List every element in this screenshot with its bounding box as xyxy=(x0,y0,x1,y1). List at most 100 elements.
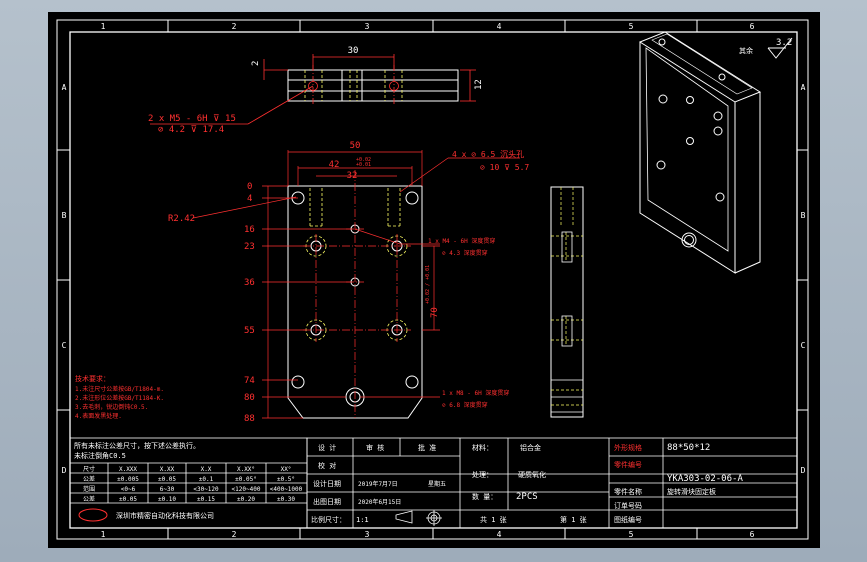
tb-surface-value: 硬质氧化 xyxy=(518,470,546,479)
zone-col-top: 1 xyxy=(101,22,106,31)
tol-header-cell: X.XX° xyxy=(237,466,255,473)
tol-cell: <400~1000 xyxy=(270,486,303,493)
front-dim-50: 50 xyxy=(350,141,361,151)
tol-cell: ±0.05 xyxy=(119,496,137,503)
top-dim-height: 12 xyxy=(474,79,484,90)
company-name: 深圳市精密自动化科技有限公司 xyxy=(116,511,214,520)
zone-col-bottom: 1 xyxy=(101,530,106,539)
top-dim-left: 2 xyxy=(251,61,261,66)
tol-cell: 公差 xyxy=(83,475,95,483)
top-callout-drill: ⊘ 4.2 ⊽ 17.4 xyxy=(158,125,224,135)
tol-header-cell: X.XXX xyxy=(119,466,137,473)
tb-qty-label: 数 量： xyxy=(472,492,497,501)
tb-material-label: 材料： xyxy=(472,443,493,452)
tol-cell: ±0.15 xyxy=(197,496,215,503)
zone-row-right: B xyxy=(801,211,806,220)
front-dim-70: 70 xyxy=(430,307,440,318)
top-view: 30 2 12 2 x M5 - 6H ⊽ 15 ⊘ 4.2 ⊽ 17.4 xyxy=(148,46,484,135)
zone-row-right: C xyxy=(801,341,806,350)
roughness-symbol: 3.2 其余 xyxy=(739,37,793,59)
tb-material-value: 铝合金 xyxy=(520,443,541,452)
front-vdim-0: 0 xyxy=(247,182,252,192)
zone-col-top: 2 xyxy=(232,22,237,31)
tech-note-line: 3.去毛刺，锐边倒钝C0.5. xyxy=(75,403,148,411)
isometric-view xyxy=(638,31,762,274)
front-callout-hole-2a: 1 x M8 - 6H 深度贯穿 xyxy=(442,389,509,397)
front-dim-32: 32 xyxy=(347,171,358,181)
tech-notes: 技术要求： 1.未注尺寸公差按GB/T1804-m. 2.未注形位公差按GB/T… xyxy=(75,374,164,420)
tol-cell: <30~120 xyxy=(193,486,219,493)
front-vdim-74: 74 xyxy=(244,376,255,386)
zone-row-right: A xyxy=(801,83,806,92)
front-callout-hole-2b: ⊘ 6.8 深度贯穿 xyxy=(442,401,488,409)
zone-col-top: 6 xyxy=(750,22,755,31)
company-logo xyxy=(78,508,108,522)
tb-design-value: 审 核 xyxy=(366,443,384,452)
front-callout-cbore-1: 4 x ⊘ 6.5 沉头孔 xyxy=(452,149,524,159)
tol-cell: ±0.20 xyxy=(237,496,255,503)
front-dim-70-tol: +0.02 / +0.01 xyxy=(425,265,431,304)
front-dim-42: 42 xyxy=(329,160,340,170)
front-vdim-16: 16 xyxy=(244,225,255,235)
sheet-border xyxy=(56,19,809,540)
zone-col-bottom: 5 xyxy=(629,530,634,539)
tech-note-line: 4.表面发黑处理. xyxy=(75,412,122,420)
zone-row-right: D xyxy=(801,466,806,475)
front-vdim-36: 36 xyxy=(244,278,255,288)
tb-proofread-label: 校 对 xyxy=(318,461,336,470)
tb-sheet-label: 共 1 张 xyxy=(480,515,507,524)
tb-drawing-no-label: 图纸编号 xyxy=(614,515,642,524)
top-callout-thread: 2 x M5 - 6H ⊽ 15 xyxy=(148,114,236,124)
zone-col-bottom: 4 xyxy=(497,530,502,539)
zone-col-top: 5 xyxy=(629,22,634,31)
tol-cell: 范围 xyxy=(83,485,95,493)
tol-header-cell: XX° xyxy=(281,466,292,473)
front-callout-hole-1b: ⊘ 4.3 深度贯穿 xyxy=(442,249,488,257)
front-vdim-80: 80 xyxy=(244,393,255,403)
zone-col-bottom: 2 xyxy=(232,530,237,539)
projection-symbol xyxy=(395,510,442,526)
tb-order-label: 订单号码 xyxy=(614,501,642,510)
zone-ticks xyxy=(57,20,808,539)
top-dim-width: 30 xyxy=(348,46,359,56)
tol-cell: ±0.5° xyxy=(277,476,295,483)
tb-draft-extra: 星期五 xyxy=(428,480,446,488)
tol-cell: <0~6 xyxy=(121,486,136,493)
zone-col-top: 4 xyxy=(497,22,502,31)
zone-row-left: D xyxy=(62,466,67,475)
tb-scale-value: 1:1 xyxy=(356,516,369,524)
tolerance-note-2: 未标注倒角C0.5 xyxy=(74,451,126,460)
tb-code-value: YKA303-02-06-A xyxy=(667,474,743,484)
zone-col-bottom: 6 xyxy=(750,530,755,539)
zone-row-left: C xyxy=(62,341,67,350)
tol-cell: <120~400 xyxy=(232,486,261,493)
roughness-value: 3.2 xyxy=(776,38,792,48)
tol-cell: ±0.10 xyxy=(158,496,176,503)
front-vdim-4: 4 xyxy=(247,194,252,204)
tb-qty-value: 2PCS xyxy=(516,492,538,502)
tech-note-line: 2.未注形位公差按GB/T1184-K. xyxy=(75,394,164,402)
tb-name-label: 零件名称 xyxy=(614,487,642,496)
tol-cell: 公差 xyxy=(83,495,95,503)
tb-design-label: 设 计 xyxy=(318,443,336,452)
tb-drawing-label: 出图日期 xyxy=(313,497,341,506)
front-vdim-23: 23 xyxy=(244,242,255,252)
front-dim-tol-lower: +0.01 xyxy=(356,162,371,168)
front-callout-cbore-2: ⊘ 10 ⊽ 5.7 xyxy=(480,163,529,172)
tb-draft-value: 2019年7月7日 xyxy=(358,480,398,488)
tol-cell: ±0.30 xyxy=(277,496,295,503)
tol-cell: ±0.05 xyxy=(158,476,176,483)
front-callout-hole-1a: 1 x M4 - 6H 深度贯穿 xyxy=(428,237,495,245)
roughness-label: 其余 xyxy=(739,46,753,55)
front-view: 50 42 +0.02 +0.01 32 R2.42 0 4 16 23 36 … xyxy=(168,141,529,424)
tol-cell: ±0.005 xyxy=(117,476,139,483)
tol-header-cell: 尺寸 xyxy=(83,465,95,473)
tolerance-table: 所有未标注公差尺寸，按下述公差执行。 未标注倒角C0.5 尺寸 X.XXX X.… xyxy=(69,437,308,529)
front-dimension-texts: 50 42 +0.02 +0.01 32 R2.42 0 4 16 23 36 … xyxy=(168,141,529,424)
cad-drawing: 1 2 3 4 5 6 1 2 3 4 5 6 A B C D A B C D xyxy=(56,19,809,540)
tech-note-line: 1.未注尺寸公差按GB/T1804-m. xyxy=(75,385,164,393)
title-block: 设 计 审 核 批 准 校 对 设计日期 2019年7月7日 星期五 出图日期 … xyxy=(306,437,798,529)
front-vdim-88: 88 xyxy=(244,414,255,424)
tb-spec-value: 88*50*12 xyxy=(667,443,710,453)
tb-approve-label: 批 准 xyxy=(418,443,436,452)
